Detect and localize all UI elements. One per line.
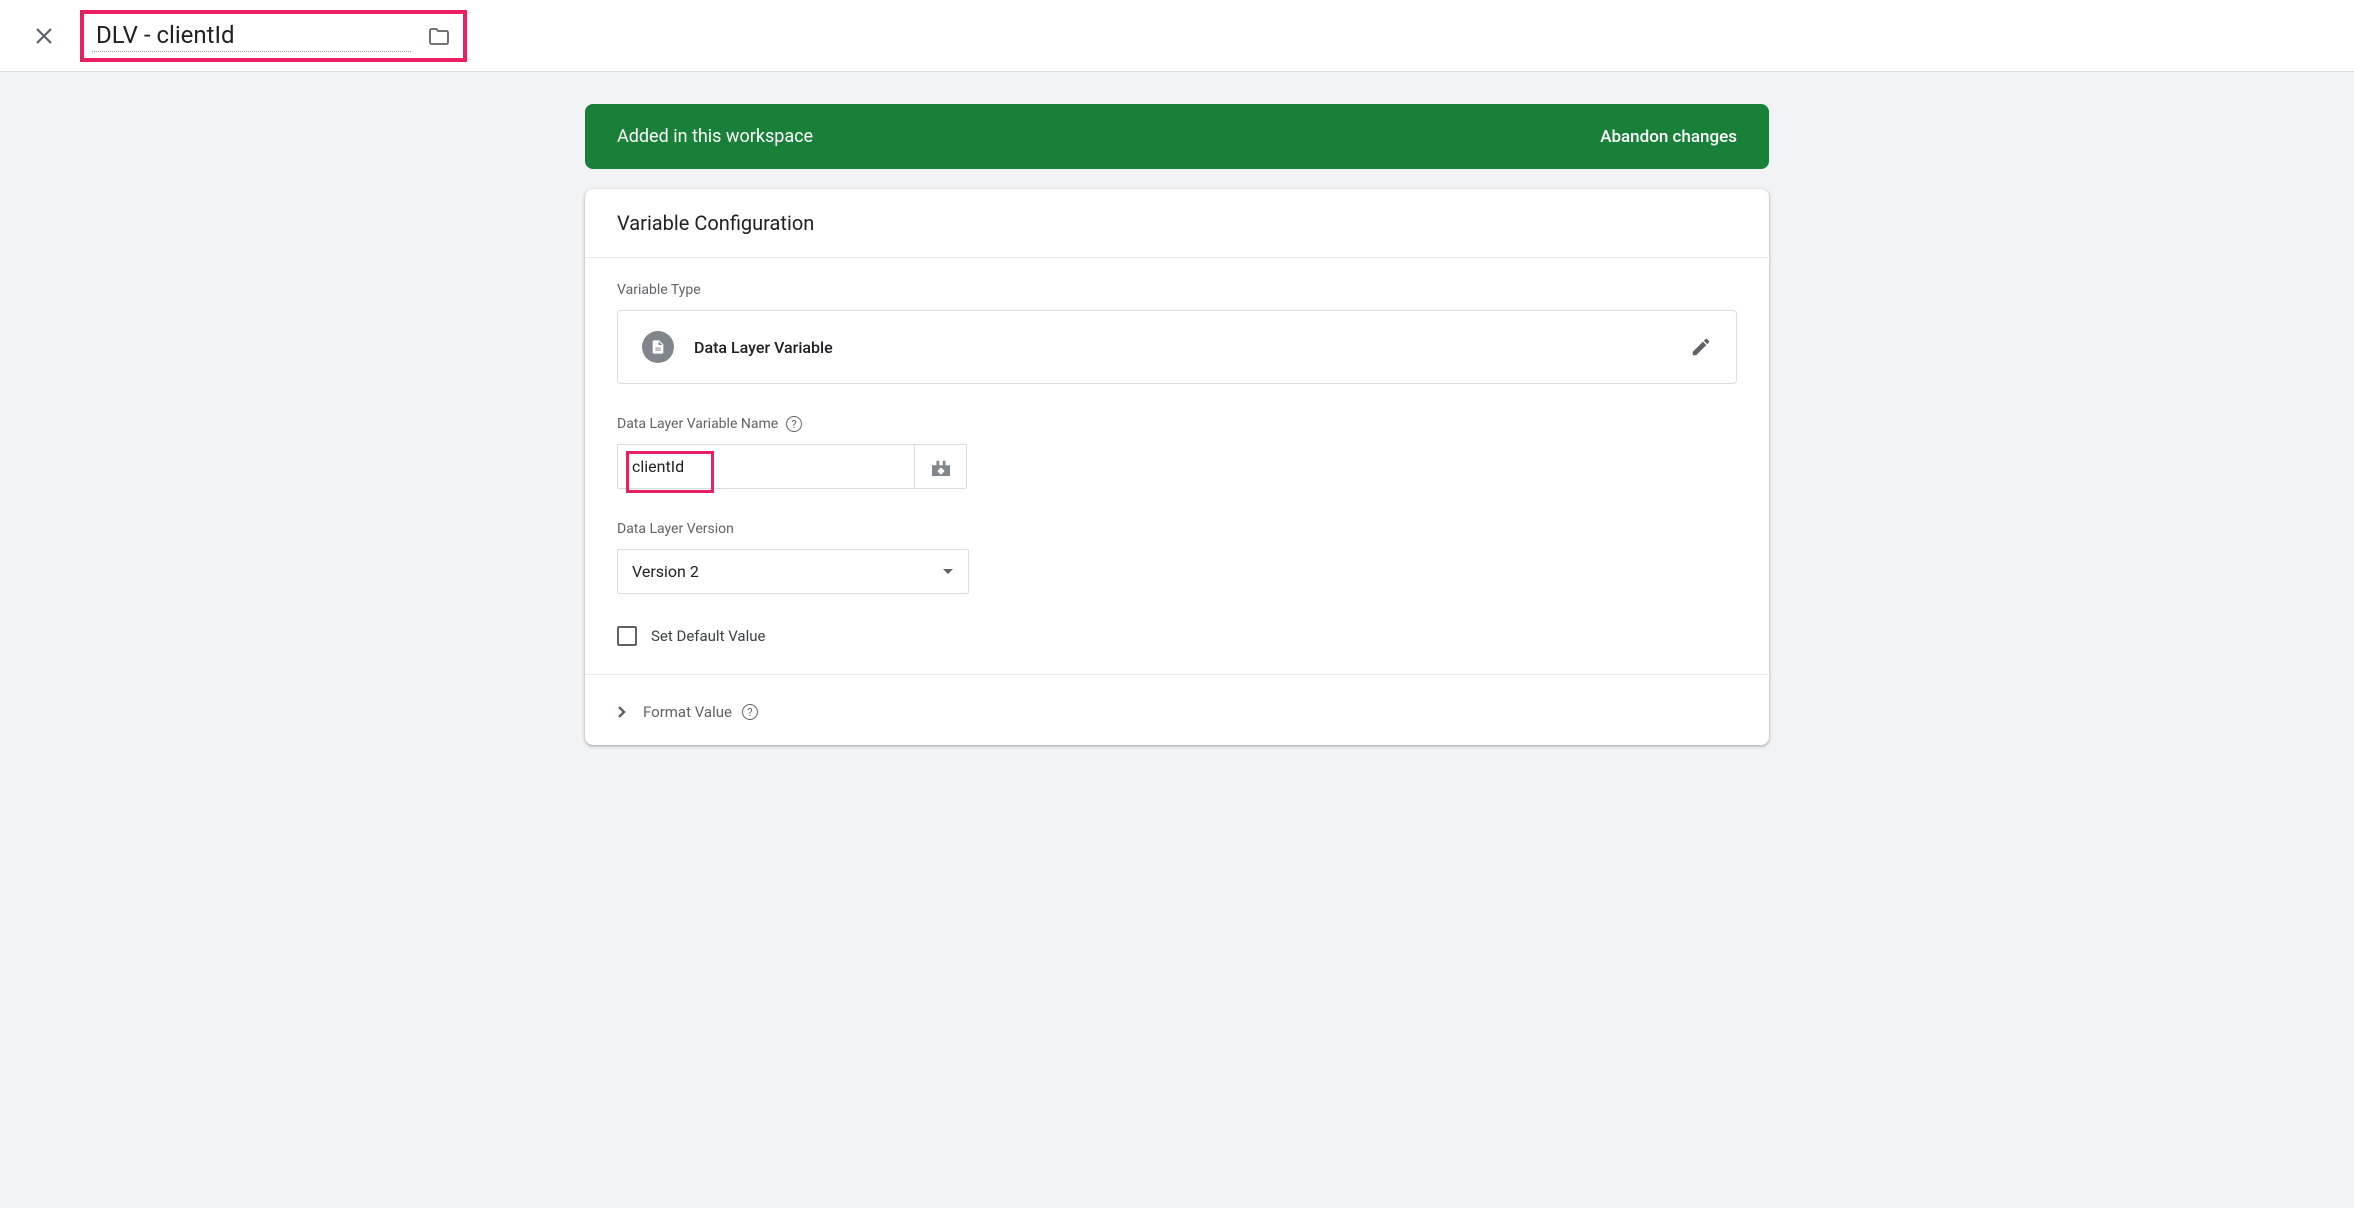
dlv-name-label: Data Layer Variable Name ?	[617, 416, 1737, 432]
card-header: Variable Configuration	[585, 189, 1769, 258]
card-title: Variable Configuration	[617, 211, 814, 235]
format-value-row[interactable]: Format Value ?	[585, 679, 1769, 745]
brick-plus-icon	[930, 458, 952, 476]
dlv-version-value: Version 2	[632, 562, 699, 581]
variable-type-selector[interactable]: Data Layer Variable	[617, 310, 1737, 384]
title-highlight-box	[80, 10, 467, 62]
top-bar	[0, 0, 2354, 72]
variable-title-input[interactable]	[92, 19, 411, 52]
folder-icon[interactable]	[427, 24, 451, 48]
dlv-version-select[interactable]: Version 2	[617, 549, 969, 594]
status-text: Added in this workspace	[617, 126, 813, 147]
chevron-right-icon	[617, 705, 627, 719]
set-default-value-row[interactable]: Set Default Value	[617, 626, 1737, 646]
variable-type-label: Variable Type	[617, 282, 1737, 298]
dlv-version-label: Data Layer Version	[617, 521, 1737, 537]
variable-type-name: Data Layer Variable	[694, 338, 833, 357]
document-icon	[642, 331, 674, 363]
set-default-checkbox[interactable]	[617, 626, 637, 646]
divider	[585, 674, 1769, 675]
close-icon	[32, 24, 56, 48]
help-icon[interactable]: ?	[786, 416, 802, 432]
workspace-status-banner: Added in this workspace Abandon changes	[585, 104, 1769, 169]
content-area: Added in this workspace Abandon changes …	[0, 72, 2354, 785]
variable-configuration-card: Variable Configuration Variable Type Dat…	[585, 189, 1769, 745]
chevron-down-icon	[942, 568, 954, 576]
pencil-icon	[1690, 336, 1712, 358]
variable-picker-button[interactable]	[915, 444, 967, 489]
help-icon[interactable]: ?	[742, 704, 758, 720]
dlv-name-highlight	[617, 444, 915, 489]
close-button[interactable]	[24, 16, 64, 56]
format-value-label: Format Value	[643, 703, 732, 721]
abandon-changes-button[interactable]: Abandon changes	[1600, 127, 1737, 147]
dlv-name-input[interactable]	[617, 444, 915, 489]
set-default-label: Set Default Value	[651, 627, 765, 645]
